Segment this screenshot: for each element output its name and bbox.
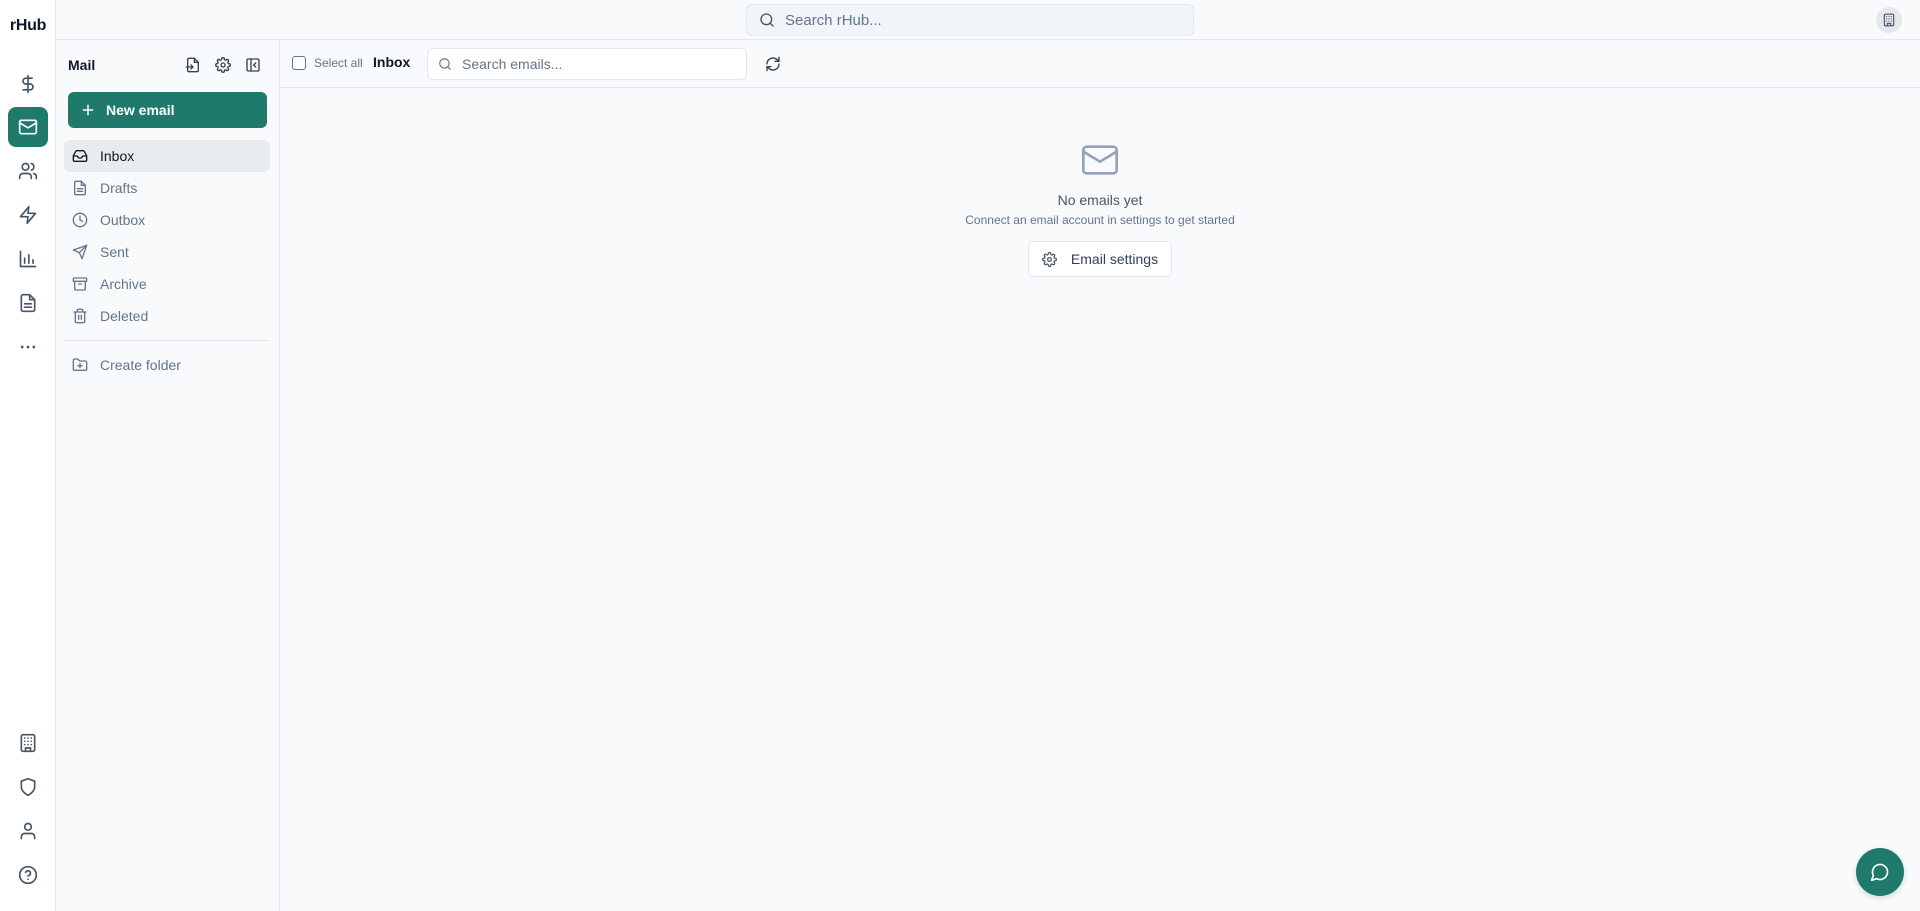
folder-drafts[interactable]: Drafts: [64, 172, 270, 204]
rail-mail-button[interactable]: [8, 107, 48, 147]
gear-icon: [1041, 251, 1071, 267]
new-email-label: New email: [106, 102, 175, 118]
import-button[interactable]: [182, 54, 204, 76]
mail-toolbar: Select all Inbox: [280, 40, 1920, 88]
shield-icon: [18, 777, 38, 797]
dollar-icon: [18, 74, 38, 94]
folder-inbox[interactable]: Inbox: [64, 140, 270, 172]
global-search[interactable]: [746, 4, 1194, 36]
more-icon: [18, 337, 38, 357]
current-folder-title: Inbox: [373, 54, 411, 70]
checkbox-box[interactable]: [292, 56, 306, 70]
plus-icon: [80, 102, 106, 118]
user-icon: [18, 821, 38, 841]
file-text-icon: [18, 293, 38, 313]
create-folder-label: Create folder: [100, 357, 181, 373]
trash-icon: [72, 308, 100, 324]
rail-organization-button[interactable]: [8, 723, 48, 763]
clock-icon: [72, 212, 100, 228]
folder-label: Drafts: [100, 180, 138, 196]
rail-security-button[interactable]: [8, 767, 48, 807]
select-all-checkbox[interactable]: Select all: [292, 56, 363, 70]
mail-title: Mail: [68, 57, 96, 73]
folder-label: Outbox: [100, 212, 146, 228]
folder-plus-icon: [72, 357, 100, 373]
zap-icon: [18, 205, 38, 225]
users-icon: [18, 161, 38, 181]
top-bar: [56, 0, 1920, 40]
bar-chart-icon: [18, 249, 38, 269]
app-logo[interactable]: rHub: [0, 17, 56, 35]
refresh-button[interactable]: [761, 52, 785, 76]
rail-reports-button[interactable]: [8, 239, 48, 279]
folder-label: Archive: [100, 276, 147, 292]
empty-state: No emails yet Connect an email account i…: [280, 140, 1920, 277]
sidebar-divider: [64, 340, 270, 341]
chat-button[interactable]: [1856, 848, 1904, 896]
rail-documents-button[interactable]: [8, 283, 48, 323]
folder-label: Deleted: [100, 308, 149, 324]
send-icon: [72, 244, 100, 260]
folder-deleted[interactable]: Deleted: [64, 300, 270, 332]
chat-bubble-icon: [1870, 862, 1890, 882]
email-settings-button[interactable]: Email settings: [1027, 241, 1173, 277]
folder-label: Inbox: [100, 148, 135, 164]
building-icon: [1882, 13, 1896, 27]
search-icon: [438, 57, 462, 71]
help-icon: [18, 865, 38, 885]
folder-label: Sent: [100, 244, 129, 260]
rail-contacts-button[interactable]: [8, 151, 48, 191]
email-search-input[interactable]: [462, 56, 742, 72]
app-rail: rHub: [0, 0, 56, 911]
search-icon: [759, 12, 785, 28]
org-switcher-button[interactable]: [1876, 7, 1902, 33]
rail-profile-button[interactable]: [8, 811, 48, 851]
archive-icon: [72, 276, 100, 292]
global-search-input[interactable]: [785, 11, 1165, 29]
create-folder-button[interactable]: Create folder: [64, 349, 270, 381]
rail-automation-button[interactable]: [8, 195, 48, 235]
mail-settings-button[interactable]: [212, 54, 234, 76]
file-icon: [72, 180, 100, 196]
mail-sidebar: Mail New email Inbox Drafts Outbox Sent …: [56, 40, 280, 911]
gear-icon: [215, 57, 231, 73]
new-email-button[interactable]: New email: [68, 92, 267, 128]
mail-icon: [1080, 140, 1120, 180]
empty-title: No emails yet: [1057, 192, 1143, 208]
refresh-icon: [765, 56, 781, 72]
collapse-sidebar-button[interactable]: [242, 54, 264, 76]
file-import-icon: [185, 57, 201, 73]
mail-icon: [18, 117, 38, 137]
email-settings-label: Email settings: [1070, 251, 1159, 267]
email-search[interactable]: [427, 48, 747, 80]
inbox-icon: [72, 148, 100, 164]
folder-outbox[interactable]: Outbox: [64, 204, 270, 236]
rail-finance-button[interactable]: [8, 64, 48, 104]
folder-archive[interactable]: Archive: [64, 268, 270, 300]
select-all-label: Select all: [314, 56, 363, 70]
rail-help-button[interactable]: [8, 855, 48, 895]
empty-subtitle: Connect an email account in settings to …: [965, 213, 1235, 227]
mail-main: Select all Inbox No emails yet Connect a…: [280, 40, 1920, 911]
panel-left-close-icon: [245, 57, 261, 73]
building-icon: [18, 733, 38, 753]
folder-sent[interactable]: Sent: [64, 236, 270, 268]
rail-more-button[interactable]: [8, 327, 48, 367]
